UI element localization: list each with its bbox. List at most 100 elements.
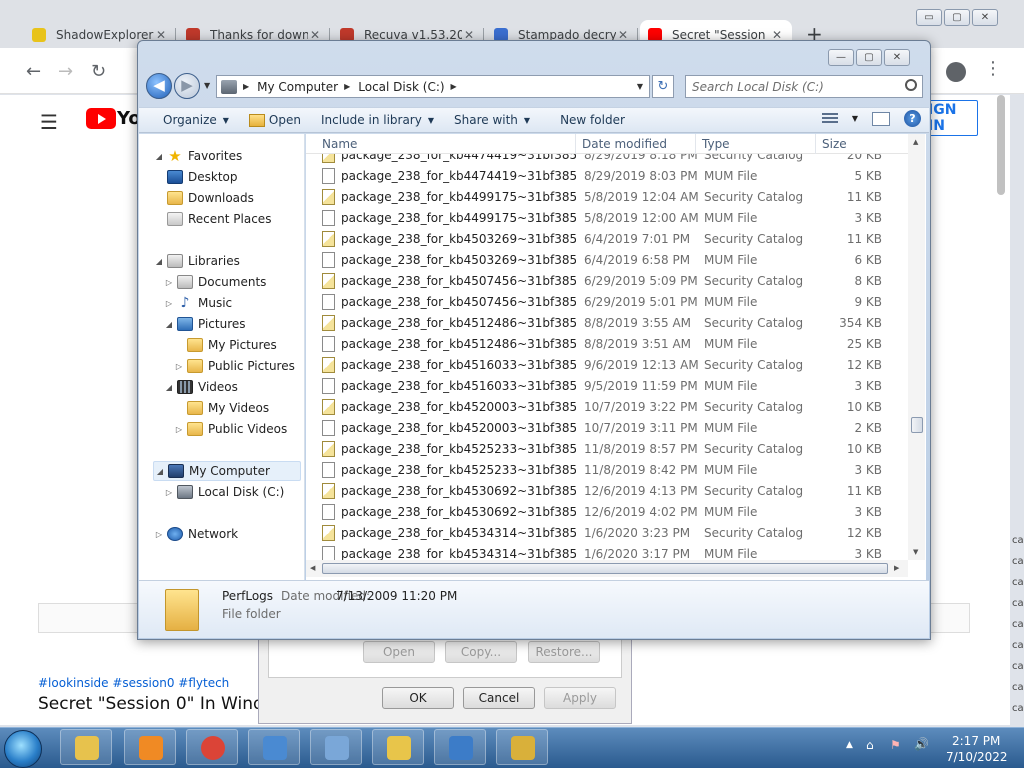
page-scrollbar-thumb[interactable] (997, 95, 1005, 195)
file-row[interactable]: package_238_for_kb4516033~31bf3856ad... 9… (306, 354, 908, 375)
explorer-minimize-button[interactable]: — (828, 49, 854, 66)
share-with-button[interactable]: Share with ▼ (444, 109, 540, 131)
search-icon[interactable] (905, 79, 917, 91)
nav-music[interactable]: ▷ ♪ Music (163, 293, 232, 313)
change-view-icon[interactable] (821, 112, 838, 125)
file-row[interactable]: package_238_for_kb4474419~31bf3856ad... 8… (306, 165, 908, 186)
taskbar-explorer-button[interactable] (60, 729, 112, 765)
profile-avatar-icon[interactable] (946, 62, 966, 82)
column-date-modified[interactable]: Date modified (576, 134, 696, 154)
file-row[interactable]: package_238_for_kb4503269~31bf3856ad... 6… (306, 249, 908, 270)
column-type[interactable]: Type (696, 134, 816, 154)
scroll-right-icon[interactable]: ▶ (894, 564, 899, 572)
taskbar-remote-desktop-button[interactable] (310, 729, 362, 765)
taskbar-control-panel-button[interactable] (248, 729, 300, 765)
show-hidden-icons-icon[interactable]: ▲ (846, 740, 853, 750)
horizontal-scroll-thumb[interactable] (322, 563, 888, 574)
browser-menu-icon[interactable]: ⋮ (984, 58, 1002, 79)
search-input[interactable]: Search Local Disk (C:) (685, 75, 923, 98)
expand-icon[interactable]: ▷ (173, 362, 185, 371)
network-tray-icon[interactable]: ⌂ (866, 738, 874, 752)
file-row[interactable]: package_238_for_kb4507456~31bf3856ad... 6… (306, 270, 908, 291)
expand-icon[interactable]: ▷ (163, 278, 175, 287)
expand-icon[interactable]: ◢ (153, 257, 165, 266)
nav-pictures[interactable]: ◢ Pictures (163, 314, 246, 334)
breadcrumb-chevron-icon[interactable]: ▶ (243, 82, 249, 91)
minimize-button[interactable]: ▭ (916, 9, 942, 26)
nav-my-pictures[interactable]: My Pictures (185, 335, 277, 355)
nav-favorites[interactable]: ◢ ★ Favorites (153, 146, 242, 166)
youtube-logo-icon[interactable] (86, 108, 116, 129)
forward-arrow-icon[interactable]: ▶ (174, 73, 200, 99)
collapse-icon[interactable]: ◢ (163, 320, 175, 329)
new-folder-button[interactable]: New folder (550, 109, 635, 131)
cancel-button[interactable]: Cancel (463, 687, 535, 709)
expand-icon[interactable]: ▷ (163, 299, 175, 308)
breadcrumb-chevron-icon[interactable]: ▶ (451, 82, 457, 91)
properties-restore-button[interactable]: Restore... (528, 641, 600, 663)
file-row[interactable]: package_238_for_kb4520003~31bf3856ad... 1… (306, 417, 908, 438)
address-dropdown-icon[interactable]: ▼ (637, 82, 643, 91)
expand-icon[interactable]: ▷ (153, 530, 165, 539)
column-name[interactable]: Name (306, 134, 576, 154)
file-row[interactable]: package_238_for_kb4499175~31bf3856ad... 5… (306, 186, 908, 207)
action-center-flag-icon[interactable]: ⚑ (890, 738, 901, 752)
clock-time[interactable]: 2:17 PM (952, 734, 1000, 748)
nav-network[interactable]: ▷ Network (153, 524, 238, 544)
properties-copy-button[interactable]: Copy... (445, 641, 517, 663)
start-button-icon[interactable] (4, 730, 42, 768)
close-button[interactable]: ✕ (972, 9, 998, 26)
file-row[interactable]: package_238_for_kb4512486~31bf3856ad... 8… (306, 312, 908, 333)
apply-button[interactable]: Apply (544, 687, 616, 709)
properties-open-button[interactable]: Open (363, 641, 435, 663)
expand-icon[interactable]: ▷ (173, 425, 185, 434)
nav-my-videos[interactable]: My Videos (185, 398, 269, 418)
nav-public-pictures[interactable]: ▷ Public Pictures (173, 356, 295, 376)
file-row[interactable]: package_238_for_kb4516033~31bf3856ad... 9… (306, 375, 908, 396)
video-hashtags[interactable]: #lookinside #session0 #flytech (38, 676, 229, 690)
taskbar-chrome-button[interactable] (186, 729, 238, 765)
collapse-icon[interactable]: ◢ (154, 467, 166, 476)
file-row[interactable]: package_238_for_kb4530692~31bf3856ad... 1… (306, 480, 908, 501)
breadcrumb-chevron-icon[interactable]: ▶ (344, 82, 350, 91)
expand-icon[interactable]: ◢ (153, 152, 165, 161)
volume-icon[interactable]: 🔊 (914, 737, 929, 751)
file-list-horizontal-scrollbar[interactable]: ◀ ▶ (306, 560, 908, 577)
file-row[interactable]: package_238_for_kb4507456~31bf3856ad... 6… (306, 291, 908, 312)
back-arrow-icon[interactable]: ◀ (146, 73, 172, 99)
collapse-icon[interactable]: ◢ (163, 383, 175, 392)
column-size[interactable]: Size (816, 134, 908, 154)
taskbar-settings-gear-button[interactable] (434, 729, 486, 765)
file-list-vertical-scrollbar[interactable]: ▲ ▼ (908, 134, 925, 560)
scroll-down-icon[interactable]: ▼ (913, 548, 918, 556)
include-in-library-button[interactable]: Include in library ▼ (311, 109, 444, 131)
nav-local-disk[interactable]: ▷ Local Disk (C:) (163, 482, 284, 502)
chevron-down-icon[interactable]: ▼ (852, 114, 858, 123)
clock-date[interactable]: 7/10/2022 (946, 750, 1008, 764)
taskbar-recovery-tool-button[interactable] (496, 729, 548, 765)
page-scrollbar[interactable] (996, 95, 1006, 195)
nav-libraries[interactable]: ◢ Libraries (153, 251, 240, 271)
file-row[interactable]: package_238_for_kb4534314~31bf3856ad... 1… (306, 522, 908, 543)
scroll-left-icon[interactable]: ◀ (310, 564, 315, 572)
scroll-up-icon[interactable]: ▲ (913, 138, 918, 146)
file-row[interactable]: package_238_for_kb4530692~31bf3856ad... 1… (306, 501, 908, 522)
refresh-icon[interactable]: ↻ (652, 75, 674, 98)
expand-icon[interactable]: ▷ (163, 488, 175, 497)
nav-public-videos[interactable]: ▷ Public Videos (173, 419, 287, 439)
taskbar-undo-app-button[interactable] (372, 729, 424, 765)
file-row[interactable]: package_238_for_kb4525233~31bf3856ad... 1… (306, 438, 908, 459)
file-row[interactable]: package_238_for_kb4499175~31bf3856ad... 5… (306, 207, 908, 228)
nav-recent-places[interactable]: Recent Places (165, 209, 271, 229)
explorer-maximize-button[interactable]: ▢ (856, 49, 882, 66)
breadcrumb-local-disk[interactable]: Local Disk (C:) (358, 80, 444, 94)
maximize-button[interactable]: ▢ (944, 9, 970, 26)
vertical-scroll-thumb[interactable] (911, 417, 923, 433)
open-button[interactable]: Open (239, 109, 311, 131)
breadcrumb-my-computer[interactable]: My Computer (257, 80, 338, 94)
back-icon[interactable]: ← (26, 61, 41, 82)
ok-button[interactable]: OK (382, 687, 454, 709)
nav-documents[interactable]: ▷ Documents (163, 272, 266, 292)
nav-videos[interactable]: ◢ Videos (163, 377, 238, 397)
help-icon[interactable]: ? (904, 110, 921, 127)
